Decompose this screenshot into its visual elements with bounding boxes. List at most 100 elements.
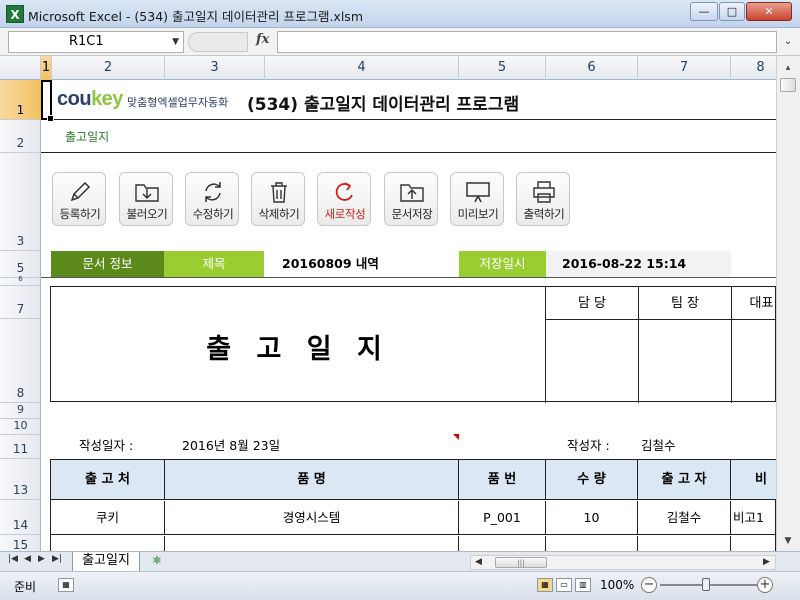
row-header[interactable]: 14 bbox=[0, 500, 41, 535]
worksheet-grid: 1 2 3 4 5 6 7 8 1 2 3 5 6 7 8 9 10 11 13… bbox=[0, 56, 776, 551]
zoom-out-icon[interactable]: − bbox=[641, 577, 657, 593]
column-header-shipper[interactable]: 출 고 자 bbox=[638, 460, 731, 500]
signoff-cell[interactable] bbox=[545, 320, 638, 403]
zoom-in-icon[interactable]: + bbox=[757, 577, 773, 593]
page-layout-icon[interactable]: ▭ bbox=[556, 578, 572, 592]
formula-bar: R1C1 ▼ fx ⌄ bbox=[0, 28, 800, 56]
subject-value[interactable]: 20160809 내역 bbox=[264, 251, 458, 277]
formula-input[interactable] bbox=[277, 31, 777, 53]
split-handle-icon[interactable]: ▴ bbox=[779, 60, 797, 76]
print-label: 출력하기 bbox=[523, 207, 565, 221]
macro-record-icon[interactable]: ▦ bbox=[58, 578, 74, 592]
date-label: 작성일자 : bbox=[79, 438, 134, 453]
horizontal-scroll-thumb[interactable]: ||| bbox=[495, 557, 547, 568]
normal-view-icon[interactable]: ▦ bbox=[537, 578, 553, 592]
chevron-down-icon[interactable]: ▼ bbox=[172, 32, 179, 52]
signoff-cell[interactable] bbox=[731, 320, 776, 403]
row-header[interactable]: 5 bbox=[0, 251, 41, 278]
excel-app-icon[interactable]: X bbox=[6, 5, 24, 23]
signoff-cell[interactable] bbox=[638, 320, 731, 403]
save-document-label: 문서저장 bbox=[391, 207, 433, 221]
prev-sheet-icon[interactable]: ◀ bbox=[24, 554, 31, 564]
row-headers: 1 2 3 5 6 7 8 9 10 11 13 14 15 bbox=[0, 80, 41, 551]
new-document-label: 새로작성 bbox=[324, 207, 366, 221]
new-document-button[interactable]: 새로작성 bbox=[317, 172, 371, 226]
sheet-tab[interactable]: 출고일지 bbox=[72, 552, 140, 572]
column-header-quantity[interactable]: 수 량 bbox=[546, 460, 638, 500]
column-header[interactable]: 4 bbox=[265, 56, 459, 80]
zoom-level[interactable]: 100% bbox=[600, 578, 634, 592]
row-header[interactable]: 10 bbox=[0, 419, 41, 435]
load-button[interactable]: 불러오기 bbox=[119, 172, 173, 226]
row-header[interactable]: 9 bbox=[0, 403, 41, 419]
table-cell[interactable] bbox=[51, 536, 165, 551]
print-button[interactable]: 출력하기 bbox=[516, 172, 570, 226]
table-cell[interactable] bbox=[638, 536, 731, 551]
table-cell[interactable]: 쿠키 bbox=[51, 501, 165, 535]
active-cell-selection[interactable] bbox=[41, 80, 54, 122]
insert-function-icon[interactable]: fx bbox=[256, 32, 269, 47]
shipment-table: 출 고 처 품 명 품 번 수 량 출 고 자 비 쿠키 경영시스템 P_001… bbox=[50, 459, 776, 551]
minimize-button[interactable]: — bbox=[690, 2, 718, 21]
vertical-scroll-thumb[interactable] bbox=[780, 78, 796, 92]
edit-button[interactable]: 수정하기 bbox=[185, 172, 239, 226]
row-header[interactable]: 2 bbox=[0, 120, 41, 153]
row-header[interactable]: 11 bbox=[0, 435, 41, 459]
table-cell[interactable] bbox=[165, 536, 459, 551]
column-header[interactable]: 6 bbox=[546, 56, 638, 80]
signoff-header: 담 당 bbox=[545, 287, 638, 320]
first-sheet-icon[interactable]: |◀ bbox=[8, 554, 18, 564]
column-header-destination[interactable]: 출 고 처 bbox=[51, 460, 165, 500]
column-headers: 1 2 3 4 5 6 7 8 bbox=[0, 56, 776, 80]
save-document-button[interactable]: 문서저장 bbox=[384, 172, 438, 226]
row-header[interactable]: 8 bbox=[0, 319, 41, 403]
name-box[interactable]: R1C1 ▼ bbox=[8, 31, 184, 53]
maximize-button[interactable]: □ bbox=[719, 2, 745, 21]
scroll-left-icon[interactable]: ◀ bbox=[475, 557, 482, 567]
last-sheet-icon[interactable]: ▶| bbox=[52, 554, 62, 564]
column-header[interactable]: 3 bbox=[165, 56, 265, 80]
row-header[interactable]: 13 bbox=[0, 459, 41, 500]
next-sheet-icon[interactable]: ▶ bbox=[38, 554, 45, 564]
scroll-right-icon[interactable]: ▶ bbox=[763, 557, 770, 567]
horizontal-scrollbar[interactable]: ◀ ||| ▶ bbox=[470, 555, 776, 570]
table-cell[interactable]: 10 bbox=[546, 501, 638, 535]
delete-button[interactable]: 삭제하기 bbox=[251, 172, 305, 226]
row-header[interactable]: 1 bbox=[0, 80, 41, 120]
scroll-down-icon[interactable]: ▼ bbox=[779, 533, 797, 549]
column-header[interactable]: 1 bbox=[41, 56, 52, 80]
row-header[interactable]: 6 bbox=[0, 275, 41, 286]
column-header-product[interactable]: 품 명 bbox=[165, 460, 459, 500]
table-cell[interactable] bbox=[459, 536, 546, 551]
column-header[interactable]: 7 bbox=[638, 56, 731, 80]
author-value[interactable]: 김철수 bbox=[641, 435, 676, 454]
date-value[interactable]: 2016년 8월 23일 bbox=[182, 435, 280, 454]
table-cell[interactable]: 김철수 bbox=[638, 501, 731, 535]
saved-at-value[interactable]: 2016-08-22 15:14 bbox=[546, 251, 731, 277]
expand-formula-icon[interactable]: ⌄ bbox=[781, 31, 795, 53]
table-cell[interactable]: 경영시스템 bbox=[165, 501, 459, 535]
column-header[interactable]: 8 bbox=[731, 56, 776, 80]
table-cell[interactable]: 비고1 bbox=[731, 501, 776, 535]
document-title: 출 고 일 지 bbox=[206, 334, 390, 365]
table-cell[interactable] bbox=[546, 536, 638, 551]
preview-button[interactable]: 미리보기 bbox=[450, 172, 504, 226]
select-all-corner[interactable] bbox=[0, 56, 41, 80]
table-cell[interactable]: P_001 bbox=[459, 501, 546, 535]
page-break-icon[interactable]: ▥ bbox=[575, 578, 591, 592]
divider bbox=[41, 152, 776, 153]
formula-controls bbox=[188, 32, 248, 52]
row-header[interactable]: 7 bbox=[0, 286, 41, 319]
column-header-note[interactable]: 비 bbox=[731, 460, 776, 500]
column-header[interactable]: 2 bbox=[52, 56, 165, 80]
register-button[interactable]: 등록하기 bbox=[52, 172, 106, 226]
column-header-part-number[interactable]: 품 번 bbox=[459, 460, 546, 500]
row-header[interactable]: 3 bbox=[0, 153, 41, 251]
insert-sheet-icon[interactable]: ✱ bbox=[146, 554, 168, 570]
column-header[interactable]: 5 bbox=[459, 56, 546, 80]
row-header[interactable]: 15 bbox=[0, 535, 41, 551]
edit-label: 수정하기 bbox=[192, 207, 234, 221]
zoom-slider-thumb[interactable] bbox=[702, 578, 710, 591]
vertical-scrollbar[interactable]: ▴ ▼ bbox=[776, 56, 800, 551]
close-button[interactable]: ✕ bbox=[746, 2, 792, 21]
